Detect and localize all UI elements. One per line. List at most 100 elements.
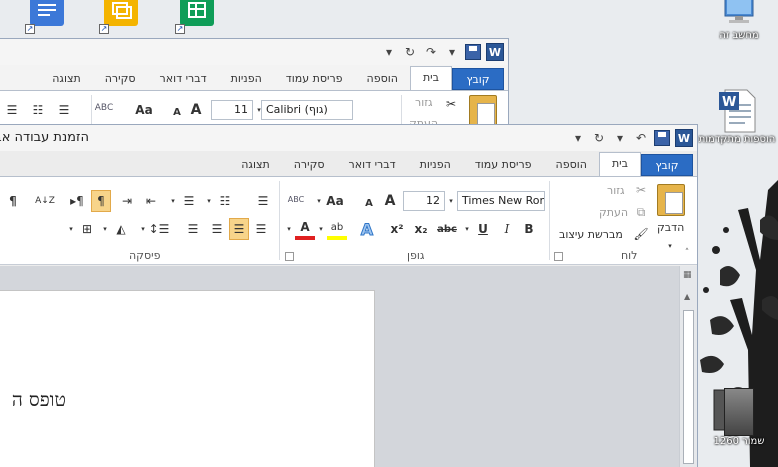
font-name-combo[interactable]: Calibri (גוף) (261, 100, 353, 120)
redo-icon[interactable]: ↻ (591, 130, 607, 146)
multilevel-dropdown-icon[interactable]: ▾ (169, 190, 177, 212)
undo-dropdown-icon[interactable]: ▾ (612, 130, 628, 146)
save-icon[interactable] (465, 44, 481, 60)
underline-button[interactable]: U (473, 218, 493, 240)
bullets-icon[interactable]: ☰ (253, 190, 273, 212)
highlight-button[interactable]: ab (327, 218, 347, 240)
justify-button[interactable]: ☰ (183, 218, 203, 240)
image-desktop-icon[interactable]: שמור 1260 (700, 388, 778, 448)
ruler-toggle-icon[interactable]: ▦ (683, 270, 692, 280)
tab-review[interactable]: סקירה (93, 68, 148, 90)
google-slides-icon[interactable] (104, 0, 138, 26)
font-size-combo[interactable]: 11 (211, 100, 253, 120)
document-page[interactable]: טופס ה (0, 290, 375, 467)
tab-file[interactable]: קובץ (452, 68, 504, 90)
repeat-icon[interactable]: ↷ (423, 44, 439, 60)
tab-mailings[interactable]: דברי דואר (337, 154, 408, 176)
underline-dropdown-icon[interactable]: ▾ (463, 218, 471, 240)
change-case-icon[interactable]: Aa (325, 190, 345, 212)
customize-qat-icon[interactable]: ▾ (570, 130, 586, 146)
this-pc-desktop-icon[interactable]: מחשב זה (700, 0, 778, 42)
text-effects-button[interactable]: A (357, 218, 377, 240)
highlight-dropdown-icon[interactable]: ▾ (317, 218, 325, 240)
align-right-button[interactable]: ☰ (251, 218, 271, 240)
grow-font-icon[interactable]: A (187, 99, 205, 121)
increase-indent-icon[interactable]: ⇥ (117, 190, 137, 212)
italic-button[interactable]: I (497, 218, 517, 240)
save-icon[interactable] (654, 130, 670, 146)
font-name-combo[interactable]: Times New Roma (457, 191, 545, 211)
numbering-icon[interactable]: ☷ (215, 190, 235, 212)
undo-icon[interactable]: ↶ (633, 130, 649, 146)
align-center-button[interactable]: ☰ (229, 218, 249, 240)
numbering-dropdown-icon[interactable]: ▾ (205, 190, 213, 212)
tab-view[interactable]: תצוגה (40, 68, 92, 90)
format-painter-label[interactable]: מברשת עיצוב (559, 228, 623, 241)
tab-references[interactable]: הפניות (408, 154, 463, 176)
tab-home[interactable]: בית (409, 66, 452, 90)
cut-icon[interactable]: ✂ (443, 93, 459, 115)
bullets-icon[interactable]: ☰ (1, 99, 23, 121)
google-docs-icon[interactable] (30, 0, 64, 26)
cut-icon[interactable]: ✂ (633, 179, 649, 201)
cut-label[interactable]: גזור (607, 184, 625, 197)
tab-file[interactable]: קובץ (641, 154, 693, 176)
multilevel-list-icon[interactable]: ☰ (179, 190, 199, 212)
shading-icon[interactable]: ◭ (111, 218, 131, 240)
tab-insert[interactable]: הוספה (544, 154, 599, 176)
word-window-active[interactable]: הזמנת עבודה אב ▾ ↻ ▾ ↶ W קובץ בית הוספה … (0, 124, 698, 467)
grow-font-icon[interactable]: A (381, 190, 399, 212)
decrease-indent-icon[interactable]: ⇤ (141, 190, 161, 212)
subscript-button[interactable]: x₂ (411, 218, 431, 240)
word-window-background[interactable]: ▾ ↻ ↷ ▾ W קובץ בית הוספה פריסת עמוד הפני… (0, 38, 509, 126)
copy-label[interactable]: העתק (599, 206, 628, 219)
paste-icon[interactable] (469, 95, 497, 125)
superscript-button[interactable]: x² (387, 218, 407, 240)
font-size-combo[interactable]: 12 (403, 191, 445, 211)
clipboard-launcher-icon[interactable] (554, 252, 563, 261)
shrink-font-icon[interactable]: A (361, 192, 377, 214)
redo-icon[interactable]: ↻ (402, 44, 418, 60)
numbering-icon[interactable]: ☷ (27, 99, 49, 121)
tab-references[interactable]: הפניות (219, 68, 274, 90)
font-launcher-icon[interactable] (285, 252, 294, 261)
bold-button[interactable]: B (519, 218, 539, 240)
multilevel-list-icon[interactable]: ☰ (53, 99, 75, 121)
change-case-dropdown-icon[interactable]: ▾ (315, 190, 323, 212)
format-painter-icon[interactable]: 🖌 (633, 223, 649, 245)
paragraph-mark-icon[interactable]: ¶ (3, 190, 23, 212)
clear-formatting-icon[interactable]: ABC (95, 97, 113, 119)
customize-qat-icon[interactable]: ▾ (381, 44, 397, 60)
font-color-button[interactable]: A (295, 218, 315, 240)
change-case-icon[interactable]: Aa (133, 99, 155, 121)
show-hide-marks-button[interactable]: ¶ (91, 190, 111, 212)
font-name-dropdown-icon[interactable]: ▾ (447, 190, 455, 212)
line-spacing-icon[interactable]: ↕☰ (149, 218, 170, 240)
strikethrough-button[interactable]: abc (437, 218, 457, 240)
scroll-thumb[interactable] (683, 310, 694, 464)
shading-dropdown-icon[interactable]: ▾ (101, 218, 109, 240)
tab-insert[interactable]: הוספה (355, 68, 410, 90)
shrink-font-icon[interactable]: A (169, 101, 185, 123)
borders-dropdown-icon[interactable]: ▾ (67, 218, 75, 240)
font-color-dropdown-icon[interactable]: ▾ (285, 218, 293, 240)
document-text[interactable]: טופס ה (12, 389, 66, 412)
word-doc-desktop-icon[interactable]: W הוספות מתקדמות (696, 88, 778, 146)
tab-view[interactable]: תצוגה (229, 154, 281, 176)
collapse-ribbon-icon[interactable]: ˄ (681, 242, 693, 264)
paste-label[interactable]: הדבק (657, 221, 684, 234)
sort-icon[interactable]: A↓Z (35, 190, 55, 212)
ltr-direction-icon[interactable]: ▸¶ (67, 190, 87, 212)
tab-page-layout[interactable]: פריסת עמוד (274, 68, 355, 90)
scroll-up-icon[interactable]: ▲ (684, 292, 690, 301)
borders-icon[interactable]: ⊞ (77, 218, 97, 240)
tab-home[interactable]: בית (598, 152, 641, 176)
google-sheets-icon[interactable] (180, 0, 214, 26)
undo-dropdown-icon[interactable]: ▾ (444, 44, 460, 60)
tab-page-layout[interactable]: פריסת עמוד (463, 154, 544, 176)
align-left-button[interactable]: ☰ (207, 218, 227, 240)
copy-icon[interactable]: ⧉ (633, 201, 649, 223)
vertical-scrollbar[interactable]: ▦ ▲ (679, 266, 697, 467)
paste-icon[interactable] (657, 184, 685, 216)
paste-dropdown-icon[interactable]: ▾ (665, 235, 675, 257)
